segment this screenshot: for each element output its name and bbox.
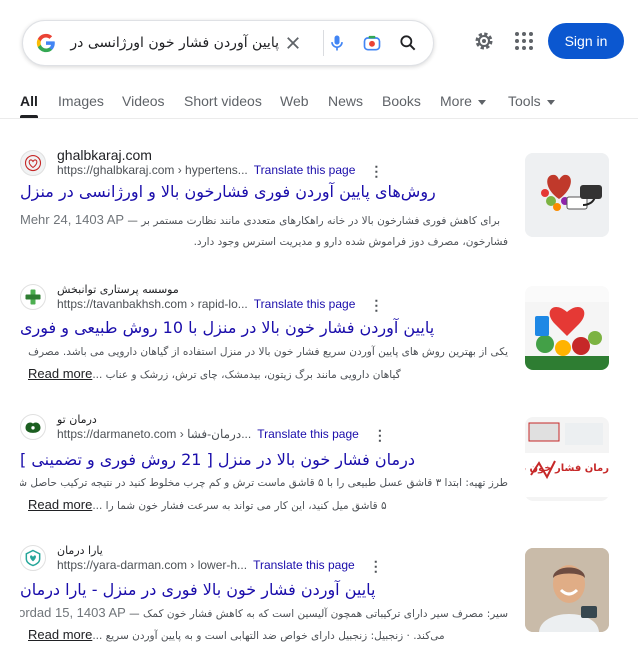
thumbnail-caption: رمان فشار خون بالا با دارو xyxy=(525,463,609,474)
snippet-line: می‌کند. · زنجبیل: زنجبیل دارای خواص ضد ا… xyxy=(20,624,508,646)
more-options-icon[interactable]: ⋮ xyxy=(369,559,383,573)
tools-label: Tools xyxy=(508,93,541,109)
translate-link[interactable]: Translate this page xyxy=(254,163,356,177)
sign-in-button[interactable]: Sign in xyxy=(548,23,624,59)
more-options-icon[interactable]: ⋮ xyxy=(369,298,383,312)
tab-web[interactable]: Web xyxy=(280,93,309,109)
search-icon[interactable] xyxy=(396,31,420,55)
result-snippet: سیر: مصرف سیر دارای ترکیباتی همچون آلیسی… xyxy=(20,602,508,646)
site-url: https://darmaneto.com › درمان-فشا... Tran… xyxy=(57,427,387,442)
snippet-line: ۵ قاشق میل کنید، این کار می تواند به سرع… xyxy=(20,494,508,516)
read-more-link[interactable]: Read more xyxy=(28,366,92,381)
url-text: https://ghalbkaraj.com › hypertens... xyxy=(57,163,248,177)
url-text: https://yara-darman.com › lower-h... xyxy=(57,558,248,572)
snippet-text: ۵ قاشق میل کنید، این کار می تواند به سرع… xyxy=(92,500,387,512)
site-url: https://tavanbakhsh.com › rapid-lo... Tra… xyxy=(57,297,383,312)
read-more-link[interactable]: Read more xyxy=(28,627,92,642)
snippet-text: می‌کند. · زنجبیل: زنجبیل دارای خواص ضد ا… xyxy=(92,630,445,642)
read-more-link[interactable]: Read more xyxy=(28,497,92,512)
chevron-down-icon xyxy=(546,99,555,105)
tab-videos[interactable]: Videos xyxy=(122,93,165,109)
tab-books[interactable]: Books xyxy=(382,93,421,109)
result-title-link[interactable]: روش‌های پایین آوردن فوری فشارخون بالا و … xyxy=(20,182,510,201)
clear-icon[interactable] xyxy=(281,31,305,55)
site-favicon-icon xyxy=(20,284,46,310)
snippet-line: برای کاهش فوری فشارخون بالا در خانه راهک… xyxy=(20,209,508,231)
result-title-link[interactable]: پایین آوردن فشار خون بالا فوری در منزل -… xyxy=(20,580,510,599)
result-thumbnail[interactable] xyxy=(525,286,609,370)
snippet-text: سیر: مصرف سیر دارای ترکیباتی همچون آلیسی… xyxy=(129,608,508,620)
snippet-text: طرز تهیه: ابتدا ۳ قاشق عسل طبیعی را با ۵… xyxy=(20,477,508,489)
result-snippet: برای کاهش فوری فشارخون بالا در خانه راهک… xyxy=(20,209,508,253)
site-name: موسسه پرستاری توانبخش xyxy=(57,283,179,296)
snippet-line: فشارخون، مصرف دوز فراموش شده دارو و مدیر… xyxy=(20,231,508,253)
result-thumbnail[interactable] xyxy=(525,153,609,237)
more-options-icon[interactable]: ⋮ xyxy=(369,164,383,178)
result-snippet: طرز تهیه: ابتدا ۳ قاشق عسل طبیعی را با ۵… xyxy=(20,472,508,516)
snippet-line: گیاهان دارویی مانند برگ زیتون، بیدمشک، چ… xyxy=(20,363,508,385)
tab-images[interactable]: Images xyxy=(58,93,104,109)
search-input[interactable]: پایین آوردن فشار خون اورژانسی در منزل xyxy=(65,33,279,53)
result-date: Mordad 15, 1403 AP xyxy=(20,605,126,620)
result-thumbnail[interactable] xyxy=(525,548,609,632)
tab-short-videos[interactable]: Short videos xyxy=(184,93,262,109)
site-url: https://yara-darman.com › lower-h... Tran… xyxy=(57,558,383,573)
more-options-icon[interactable]: ⋮ xyxy=(373,428,387,442)
url-text: https://tavanbakhsh.com › rapid-lo... xyxy=(57,297,248,311)
snippet-text: فشارخون، مصرف دوز فراموش شده دارو و مدیر… xyxy=(193,236,508,248)
site-name: یارا درمان xyxy=(57,544,103,557)
result-snippet: یکی از بهترین روش های پایین آوردن سریع ف… xyxy=(20,341,508,385)
tabs-divider xyxy=(0,118,638,119)
snippet-text: برای کاهش فوری فشارخون بالا در خانه راهک… xyxy=(127,215,501,227)
tools-button[interactable]: Tools xyxy=(508,93,555,109)
translate-link[interactable]: Translate this page xyxy=(253,558,355,572)
search-divider xyxy=(323,30,324,56)
site-favicon-icon xyxy=(20,414,46,440)
result-thumbnail[interactable]: رمان فشار خون بالا با دارو xyxy=(525,417,609,501)
tab-more[interactable]: More xyxy=(440,93,486,109)
snippet-text: گیاهان دارویی مانند برگ زیتون، بیدمشک، چ… xyxy=(92,369,401,381)
search-box[interactable]: پایین آوردن فشار خون اورژانسی در منزل xyxy=(22,20,434,66)
tab-news[interactable]: News xyxy=(328,93,363,109)
google-g-logo-icon xyxy=(36,33,55,53)
tab-more-label: More xyxy=(440,93,472,109)
translate-link[interactable]: Translate this page xyxy=(257,427,359,441)
site-favicon-icon xyxy=(20,545,46,571)
translate-link[interactable]: Translate this page xyxy=(254,297,356,311)
result-title-link[interactable]: درمان فشار خون بالا در منزل [ 21 روش فور… xyxy=(20,450,510,469)
site-url: https://ghalbkaraj.com › hypertens... Tra… xyxy=(57,163,383,178)
site-name: درمان تو xyxy=(57,413,97,426)
snippet-line: یکی از بهترین روش های پایین آوردن سریع ف… xyxy=(20,341,508,363)
url-text: https://darmaneto.com › درمان-فشا... xyxy=(57,427,252,441)
apps-grid-icon[interactable] xyxy=(512,29,536,53)
result-date: Mehr 24, 1403 AP xyxy=(20,212,125,227)
snippet-line: سیر: مصرف سیر دارای ترکیباتی همچون آلیسی… xyxy=(20,602,508,624)
search-tabs: All Images Videos Short videos Web News … xyxy=(0,88,638,118)
chevron-down-icon xyxy=(477,99,486,105)
settings-gear-icon[interactable] xyxy=(472,29,496,53)
site-name: ghalbkaraj.com xyxy=(57,147,152,163)
snippet-line: طرز تهیه: ابتدا ۳ قاشق عسل طبیعی را با ۵… xyxy=(20,472,508,494)
site-favicon-icon xyxy=(20,150,46,176)
header: پایین آوردن فشار خون اورژانسی در منزل Si… xyxy=(0,0,638,80)
tab-all[interactable]: All xyxy=(20,93,38,109)
microphone-icon[interactable] xyxy=(325,31,349,55)
snippet-text: یکی از بهترین روش های پایین آوردن سریع ف… xyxy=(28,346,508,358)
result-title-link[interactable]: پایین آوردن فشار خون بالا در منزل با 10 … xyxy=(20,318,510,337)
lens-camera-icon[interactable] xyxy=(360,31,384,55)
